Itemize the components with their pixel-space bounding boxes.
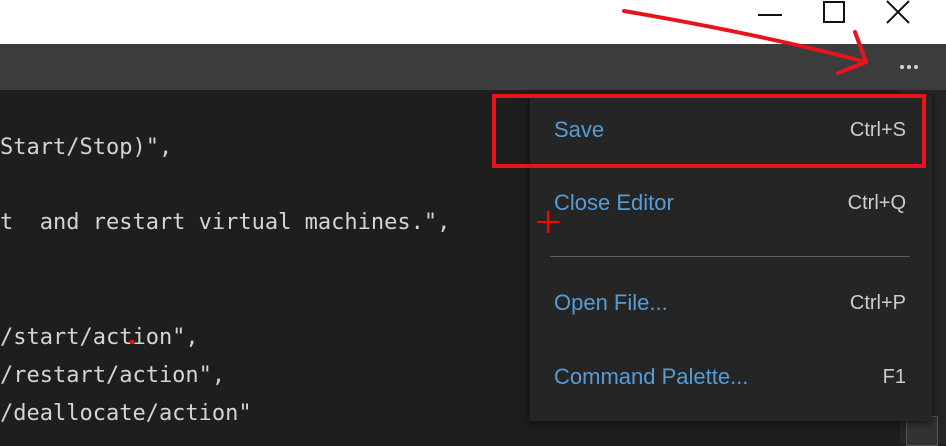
ellipsis-icon bbox=[907, 65, 911, 69]
save-highlight-box bbox=[492, 94, 926, 168]
crosshair-cursor-icon bbox=[537, 211, 559, 233]
menu-item-shortcut: Ctrl+P bbox=[849, 291, 906, 314]
menu-item-close-editor[interactable]: Close Editor Ctrl+Q bbox=[530, 179, 932, 227]
menu-item-open-file[interactable]: Open File... Ctrl+P bbox=[530, 279, 932, 327]
menu-item-command-palette[interactable]: Command Palette... F1 bbox=[530, 353, 932, 401]
editor-tab-bar bbox=[0, 44, 946, 90]
menu-separator bbox=[550, 256, 910, 257]
menu-item-label: Close Editor bbox=[554, 190, 674, 215]
code-line: /restart/action", bbox=[0, 363, 226, 388]
maximize-icon bbox=[823, 1, 845, 23]
code-line: /deallocate/action" bbox=[0, 401, 252, 426]
close-button[interactable] bbox=[866, 0, 930, 26]
title-bar bbox=[0, 0, 946, 44]
more-actions-button[interactable] bbox=[894, 54, 924, 80]
code-line: Start/Stop)", bbox=[0, 135, 173, 160]
ellipsis-icon bbox=[914, 65, 918, 69]
minimize-icon bbox=[758, 14, 782, 16]
menu-item-label: Open File... bbox=[554, 290, 668, 315]
menu-item-label: Command Palette... bbox=[554, 364, 749, 389]
menu-item-shortcut: Ctrl+Q bbox=[847, 191, 906, 214]
code-line: /start/action", bbox=[0, 325, 199, 350]
maximize-button[interactable] bbox=[802, 0, 866, 26]
menu-item-shortcut: F1 bbox=[882, 365, 906, 388]
close-icon bbox=[886, 0, 910, 24]
ellipsis-icon bbox=[900, 65, 904, 69]
red-dot-marker bbox=[130, 340, 134, 344]
code-line: t and restart virtual machines.", bbox=[0, 210, 451, 235]
minimize-button[interactable] bbox=[738, 0, 802, 26]
